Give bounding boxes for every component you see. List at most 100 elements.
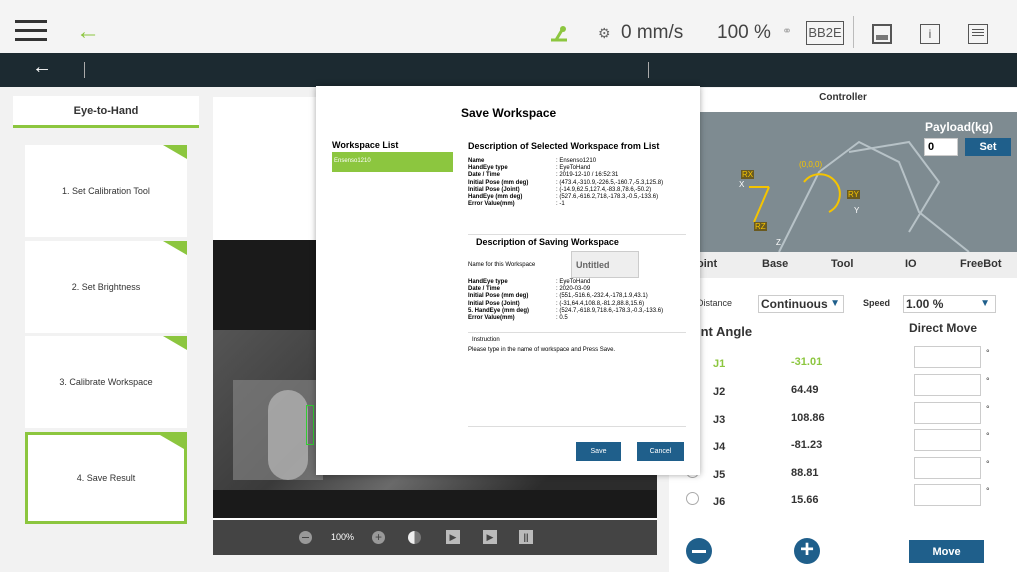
percent-readout: 100 %: [717, 22, 771, 43]
speed-select[interactable]: 1.00 % ▼: [903, 295, 996, 313]
joint-value: 108.86: [791, 412, 825, 424]
joint-name: J1: [713, 358, 726, 370]
tab-io[interactable]: IO: [905, 258, 917, 270]
tab-base[interactable]: Base: [762, 258, 788, 270]
direct-move-input[interactable]: [914, 429, 981, 451]
divider: [468, 332, 686, 333]
camera-controls: 100% + ▶ ▶ ||: [213, 520, 657, 555]
workspace-list-item[interactable]: Ensenso1210: [332, 152, 453, 172]
degree-unit: °: [986, 376, 990, 386]
keyboard-icon[interactable]: [872, 24, 892, 44]
instruction-text: Please type in the name of workspace and…: [468, 347, 616, 353]
top-toolbar: ← ⚙ 0 mm/s 100 % ⚭ BB2E i: [0, 0, 1017, 53]
save-button[interactable]: Save: [576, 442, 621, 461]
instruction-title: Instruction: [472, 337, 500, 343]
direct-move-input[interactable]: [914, 346, 981, 368]
selected-labels: Name HandEye type Date / Time Initial Po…: [468, 158, 528, 208]
direct-move-input[interactable]: [914, 457, 981, 479]
step-label: 3. Calibrate Workspace: [59, 377, 153, 387]
direct-move-input[interactable]: [914, 402, 981, 424]
robot-status-icon: [548, 24, 570, 49]
chevron-down-icon: ▼: [980, 298, 990, 309]
label-error-value: Error Value(mm): [468, 315, 515, 322]
tab-freebot[interactable]: FreeBot: [960, 258, 1002, 270]
value-handeye-type: : EyeToHand: [556, 279, 591, 285]
step-set-brightness[interactable]: 2. Set Brightness: [25, 241, 187, 333]
label-date-time: Date / Time: [468, 286, 500, 293]
joint-name: J5: [713, 469, 726, 481]
label-date-time: Date / Time: [468, 172, 500, 179]
step-label: 4. Save Result: [76, 473, 136, 483]
minus-circle-icon[interactable]: [686, 538, 712, 564]
chevron-down-icon: ▼: [830, 298, 840, 309]
joint-value: -81.23: [791, 439, 823, 451]
zoom-in-icon[interactable]: +: [372, 531, 385, 544]
navigation-bar: ←: [0, 53, 1017, 87]
payload-input[interactable]: 0: [924, 138, 958, 156]
workspace-name-input[interactable]: Untitled: [571, 251, 639, 278]
info-icon[interactable]: i: [920, 24, 940, 44]
controller-title: Controller: [819, 92, 867, 103]
z-label: Z: [776, 238, 781, 247]
play-icon[interactable]: ▶: [446, 530, 460, 544]
check-corner-icon: [163, 336, 187, 350]
tab-joint[interactable]: oint: [697, 258, 717, 270]
joint-name: J2: [713, 386, 726, 398]
step-forward-icon[interactable]: ▶: [483, 530, 497, 544]
direct-move-input[interactable]: [914, 484, 981, 506]
eye-to-hand-tab[interactable]: Eye-to-Hand: [13, 96, 199, 128]
selected-description-title: Description of Selected Workspace from L…: [468, 141, 660, 151]
set-payload-button[interactable]: Set: [965, 138, 1011, 156]
distance-select[interactable]: Continuous ▼: [758, 295, 844, 313]
value-error-value: : -1: [556, 201, 565, 208]
link-icon: ⚭: [782, 24, 793, 38]
direct-move-heading: Direct Move: [909, 321, 978, 335]
origin-label: (0,0,0): [799, 160, 823, 169]
robot-diagram: RX X (0,0,0) RY Y RZ Z Payload(kg) 0 Set: [669, 112, 1017, 253]
degree-unit: °: [986, 348, 990, 358]
label-error-value: Error Value(mm): [468, 201, 515, 208]
step-save-result[interactable]: 4. Save Result: [25, 432, 187, 524]
plus-circle-icon[interactable]: +: [794, 538, 820, 564]
joint-row-j6: J6 15.66 °: [686, 484, 1006, 516]
value-initial-pose-joint: : (-31,64.4,108.8,-81.2,88.8,15.6): [556, 300, 645, 307]
speed-label: Speed: [863, 298, 891, 308]
move-button[interactable]: Move: [909, 540, 984, 563]
value-handeye-type: : EyeToHand: [556, 165, 591, 172]
step-set-calibration-tool[interactable]: 1. Set Calibration Tool: [25, 145, 187, 237]
check-corner-icon: [163, 241, 187, 255]
cancel-button[interactable]: Cancel: [637, 442, 684, 461]
label-initial-pose-mm: Initial Pose (mm deg): [468, 293, 529, 300]
label-handeye-type: HandEye type: [468, 165, 508, 172]
label-initial-pose-joint: Initial Pose (Joint): [468, 300, 520, 307]
value-handeye-mm: : (527.6,-616.2,718,-178.3,-0.5,-133.6): [556, 194, 659, 201]
tab-tool[interactable]: Tool: [831, 258, 853, 270]
speed-value: 1.00 %: [906, 297, 944, 311]
label-name: Name: [468, 158, 485, 164]
speed-icon: ⚙: [598, 25, 611, 41]
direct-move-input[interactable]: [914, 374, 981, 396]
zoom-out-icon[interactable]: [299, 531, 312, 544]
joint-name: J4: [713, 441, 726, 453]
step-label: 2. Set Brightness: [71, 282, 141, 292]
adjust-icon[interactable]: [408, 531, 421, 544]
workspace-name-value: Untitled: [576, 260, 610, 270]
joint-value: 88.81: [791, 467, 819, 479]
step-calibrate-workspace[interactable]: 3. Calibrate Workspace: [25, 336, 187, 428]
label-initial-pose-mm: Initial Pose (mm deg): [468, 179, 529, 186]
back-arrow-icon[interactable]: ←: [76, 20, 100, 44]
back-icon[interactable]: ←: [32, 56, 52, 79]
radio-j6[interactable]: [686, 492, 699, 505]
ry-label: RY: [847, 190, 860, 199]
joint-name: J6: [713, 496, 726, 508]
y-label: Y: [854, 206, 860, 215]
value-initial-pose-joint: : (-14.9,62.5,127.4,-83.8,78.6,-50.2): [556, 186, 652, 193]
joint-value: -31.01: [791, 356, 823, 368]
menu-icon[interactable]: [15, 20, 47, 44]
value-date-time: : 2019-12-10 / 16:52:31: [556, 172, 619, 179]
saving-labels: HandEye type Date / Time Initial Pose (m…: [468, 279, 529, 322]
pause-icon[interactable]: ||: [519, 530, 533, 544]
rz-label: RZ: [754, 222, 767, 231]
saving-values: : EyeToHand : 2020-03-09 : (551,-516.6,-…: [556, 279, 663, 322]
log-icon[interactable]: [968, 24, 988, 44]
